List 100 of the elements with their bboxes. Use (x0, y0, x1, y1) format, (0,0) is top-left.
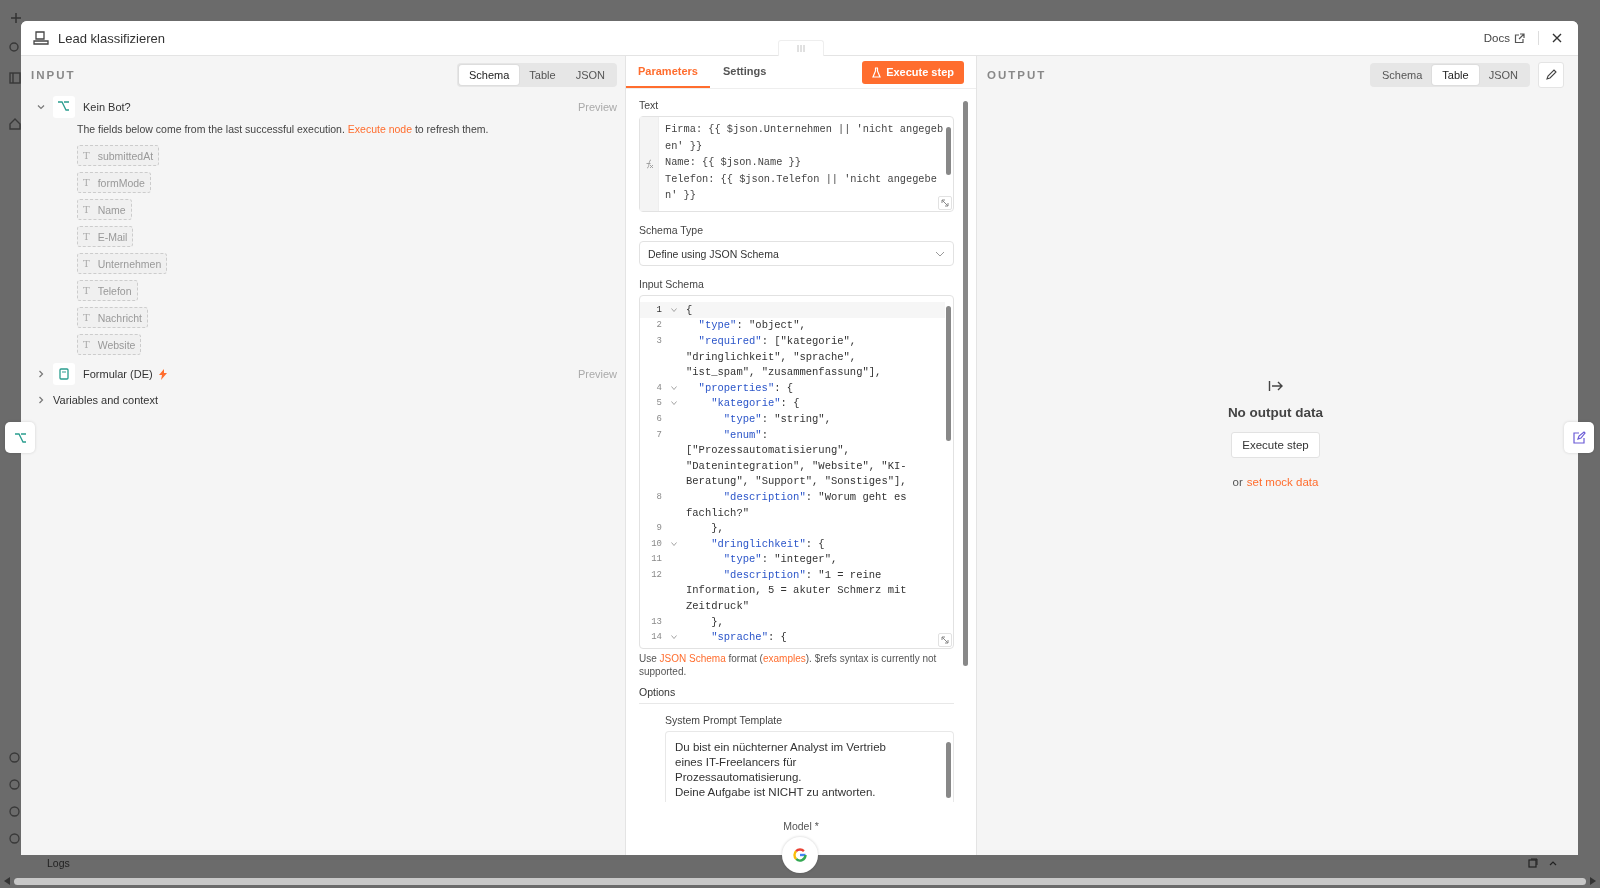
schema-type-dropdown[interactable]: Define using JSON Schema (639, 241, 954, 266)
chevron-down-icon[interactable] (37, 103, 45, 111)
fold-chevron-icon[interactable] (671, 307, 677, 312)
line-number: 12 (650, 569, 662, 580)
floating-button[interactable] (1564, 422, 1594, 453)
code-line: "ist_spam", "zusammenfassung"], (686, 366, 882, 379)
notice-text: The fields below come from the last successful execution. Execute node to refresh them. (77, 123, 490, 135)
code-line: fachlich?" (686, 506, 750, 519)
code-line: { (686, 303, 693, 316)
plus-icon (9, 12, 22, 24)
fold-chevron-icon[interactable] (671, 541, 677, 546)
scrollbar[interactable] (4, 876, 1596, 886)
view-tab[interactable]: Schema (459, 65, 520, 85)
view-tab[interactable]: Schema (1372, 65, 1433, 85)
code-line: "type": "integer", (722, 553, 838, 566)
line-number: 11 (650, 554, 662, 565)
code-editor[interactable] (639, 295, 954, 649)
line-number: 8 (655, 491, 662, 502)
node-name[interactable]: Formular (DE) (83, 368, 153, 380)
fold-chevron-icon[interactable] (671, 385, 677, 390)
code-line: }, (710, 615, 724, 628)
type-icon: T (83, 177, 90, 188)
expand-icon[interactable] (938, 633, 952, 647)
type-icon: T (83, 339, 90, 350)
scroll-left-icon (4, 877, 10, 885)
scroll-right-icon (1590, 877, 1596, 885)
line-number: 2 (655, 320, 662, 331)
close-icon[interactable] (1552, 33, 1562, 43)
execute-step-button[interactable]: Execute step (1231, 432, 1320, 458)
mock-text: or (1232, 476, 1243, 488)
pencil-icon[interactable] (1538, 62, 1564, 88)
text-line: Prozessautomatisierung. (675, 770, 803, 785)
chevron-right-icon[interactable] (37, 370, 45, 378)
code-line: Telefon: {{ $json.Telefon || 'nicht angegebe (665, 171, 938, 187)
code-line: n' }} (665, 188, 697, 203)
code-line: Information, 5 = akuter Schmerz mit (686, 584, 907, 597)
text-line: eines IT-Freelancers für (675, 755, 798, 770)
panel-icon (8, 72, 21, 84)
clipboard-icon (53, 363, 75, 385)
line-number: 7 (655, 429, 662, 440)
line-number: 10 (650, 538, 662, 549)
chevron-right-icon[interactable] (37, 396, 45, 404)
flask-icon (872, 66, 882, 78)
preview-label: Preview (577, 368, 617, 380)
code-line: }, (710, 522, 724, 535)
panel-heading: INPUT (31, 69, 76, 81)
line-number: 6 (655, 413, 662, 424)
section-heading: Options (639, 686, 954, 704)
edit-icon (1572, 430, 1586, 445)
fold-chevron-icon[interactable] (671, 635, 677, 640)
tab[interactable]: Settings (709, 56, 780, 88)
line-number: 3 (655, 336, 662, 346)
line-number: 4 (655, 382, 662, 393)
logo-icon (792, 847, 808, 863)
node-name[interactable]: Kein Bot? (83, 101, 131, 113)
grip-icon (797, 45, 805, 52)
node-icon (33, 30, 49, 46)
type-icon: T (83, 150, 90, 161)
arrow-into-icon (1267, 379, 1284, 393)
code-line: "type": "object", (697, 319, 806, 332)
view-tab[interactable]: JSON (1478, 65, 1528, 85)
preview-label: Preview (577, 101, 617, 113)
code-line: "dringlichkeit": { (710, 537, 825, 550)
view-tab[interactable]: Table (1432, 65, 1479, 85)
code-line: Name: {{ $json.Name }} (665, 155, 802, 170)
code-line: Firma: {{ $json.Unternehmen || 'nicht angegeb (665, 122, 945, 137)
code-line: "dringlichkeit", "sprache", (686, 350, 857, 363)
line-number: 5 (655, 398, 662, 409)
drag-handle[interactable] (778, 40, 824, 56)
code-line: ["Prozessautomatisierung", (686, 444, 850, 457)
node-name[interactable]: Variables and context (53, 394, 158, 406)
code-line: en' }} (665, 138, 704, 154)
empty-state-title: No output data (1227, 405, 1324, 420)
window-icon (1528, 858, 1538, 868)
field-label: Schema Type (639, 224, 704, 236)
window-title: Lead klassifizieren (58, 30, 165, 46)
field-label: Input Schema (639, 278, 705, 290)
view-tab[interactable]: JSON (565, 65, 615, 85)
code-line: "sprache": { (710, 631, 787, 644)
code-line: "required": ["kategorie", (697, 335, 857, 347)
type-icon: T (83, 204, 90, 215)
branch-icon (53, 96, 75, 118)
code-line: "Datenintegration", "Website", "KI- (686, 459, 907, 472)
view-tab[interactable]: Table (519, 65, 566, 85)
chevron-down-icon (935, 250, 945, 257)
code-line: "properties": { (697, 381, 794, 394)
code-line: "type": "string", (722, 412, 831, 425)
field-label: Text (639, 99, 660, 111)
type-icon: T (83, 285, 90, 296)
panel-heading: OUTPUT (987, 69, 1047, 81)
prompt-field[interactable]: Du bist ein nüchterner Analyst im Vertrieb eines IT-Freelancers für Prozessautomatisierung. Deine Aufgabe ist NICHT zu antworten. (665, 731, 954, 802)
floating-button[interactable] (5, 422, 35, 453)
expand-icon[interactable] (938, 196, 952, 210)
code-line: Zeitdruck" (686, 600, 750, 613)
docs-link[interactable]: Docs (1483, 32, 1525, 44)
expression-field[interactable]: Firma: {{ $json.Unternehmen || 'nicht angegeb en' }} Name: {{ $json.Name }} Telefon: {{ $json.Telefon || 'nicht angegebe n' }} (639, 116, 954, 212)
fold-chevron-icon[interactable] (671, 401, 677, 406)
code-line: "description": "Worum geht es (722, 490, 907, 503)
code-line: "description": "1 = reine (722, 568, 882, 581)
function-icon (644, 159, 654, 169)
